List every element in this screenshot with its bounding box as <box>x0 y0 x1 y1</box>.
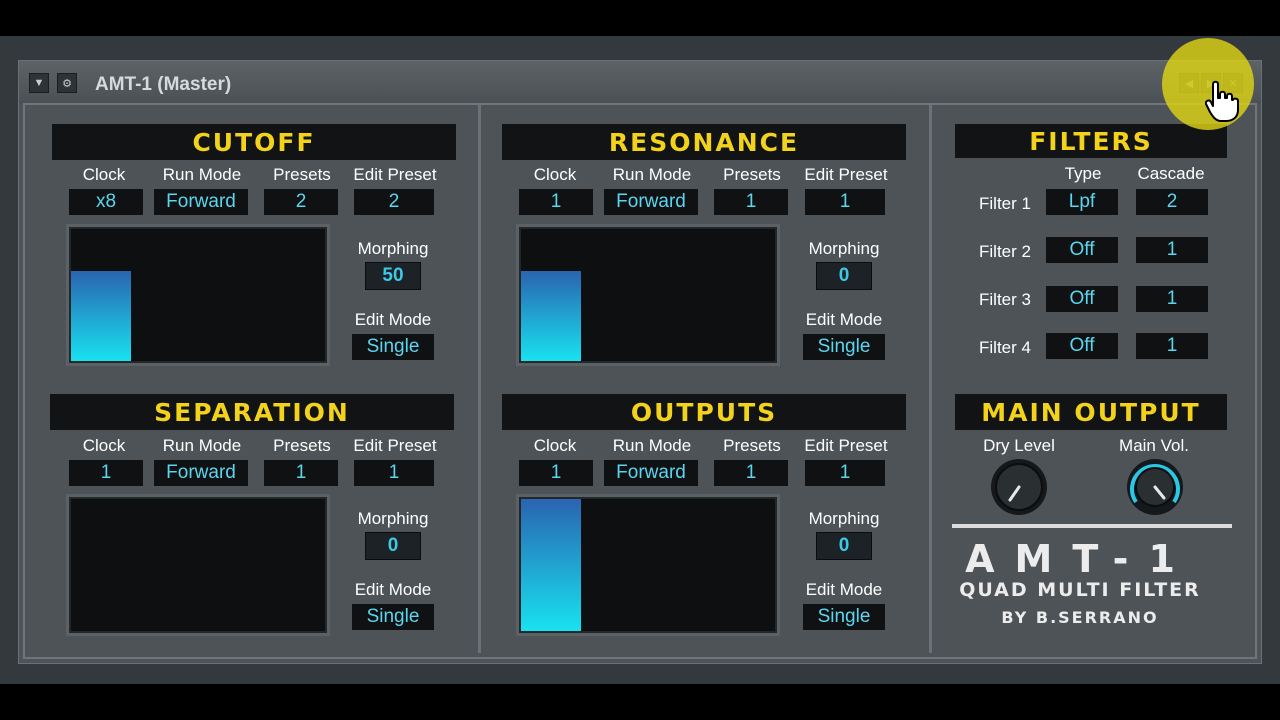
resonance-edit-mode-label: Edit Mode <box>805 310 883 329</box>
outputs-run-mode-value[interactable]: Forward <box>604 460 698 486</box>
plug-icon[interactable]: ⚙ <box>57 73 77 93</box>
separation-clock-label: Clock <box>82 436 126 455</box>
brand-author: BY B.SERRANO <box>1001 608 1159 627</box>
cutoff-clock-label: Clock <box>82 165 126 184</box>
separation-edit-mode-value[interactable]: Single <box>352 604 434 630</box>
filter-cascade-value[interactable]: 2 <box>1136 189 1208 215</box>
cutoff-level-bar <box>71 271 131 361</box>
divider-right <box>929 105 932 653</box>
filter-row-label: Filter 4 <box>979 338 1031 357</box>
resonance-clock-value[interactable]: 1 <box>519 189 593 215</box>
filter-type-value[interactable]: Off <box>1046 286 1118 312</box>
resonance-morphing-value[interactable]: 0 <box>816 262 872 290</box>
main-output-header: MAIN OUTPUT <box>955 394 1227 430</box>
filter-cascade-value[interactable]: 1 <box>1136 333 1208 359</box>
cutoff-morphing-value[interactable]: 50 <box>365 262 421 290</box>
filter-row-label: Filter 3 <box>979 290 1031 309</box>
brand-logo-name: AMT-1 <box>965 537 1195 581</box>
outputs-edit-preset-value[interactable]: 1 <box>805 460 885 486</box>
divider-left <box>478 105 481 653</box>
cutoff-morphing-label: Morphing <box>357 239 429 258</box>
outputs-morphing-value[interactable]: 0 <box>816 532 872 560</box>
resonance-level-bar <box>521 271 581 361</box>
outputs-morphing-label: Morphing <box>808 509 880 528</box>
separation-clock-value[interactable]: 1 <box>69 460 143 486</box>
separation-presets-label: Presets <box>273 436 331 455</box>
filter-type-value[interactable]: Off <box>1046 333 1118 359</box>
outputs-run-mode-label: Run Mode <box>612 436 692 455</box>
separation-edit-preset-value[interactable]: 1 <box>354 460 434 486</box>
cutoff-presets-value[interactable]: 2 <box>264 189 338 215</box>
resonance-morphing-label: Morphing <box>808 239 880 258</box>
filters-cascade-column-label: Cascade <box>1137 164 1205 183</box>
resonance-sequencer-display[interactable] <box>516 224 780 366</box>
separation-run-mode-value[interactable]: Forward <box>154 460 248 486</box>
brand-divider <box>952 524 1232 528</box>
filter-cascade-value[interactable]: 1 <box>1136 286 1208 312</box>
separation-presets-value[interactable]: 1 <box>264 460 338 486</box>
filter-type-value[interactable]: Off <box>1046 237 1118 263</box>
resonance-run-mode-value[interactable]: Forward <box>604 189 698 215</box>
cutoff-run-mode-value[interactable]: Forward <box>154 189 248 215</box>
menu-arrow-icon[interactable]: ▼ <box>29 73 49 93</box>
resonance-edit-preset-value[interactable]: 1 <box>805 189 885 215</box>
cutoff-edit-mode-value[interactable]: Single <box>352 334 434 360</box>
resonance-edit-preset-label: Edit Preset <box>804 165 888 184</box>
window-title: AMT-1 (Master) <box>95 74 232 95</box>
cutoff-header: CUTOFF <box>52 124 456 160</box>
outputs-presets-value[interactable]: 1 <box>714 460 788 486</box>
separation-sequencer-display[interactable] <box>66 494 330 636</box>
main-vol-knob[interactable] <box>1126 458 1184 516</box>
resonance-presets-value[interactable]: 1 <box>714 189 788 215</box>
cutoff-edit-mode-label: Edit Mode <box>354 310 432 329</box>
hand-cursor-icon <box>1205 80 1239 122</box>
separation-run-mode-label: Run Mode <box>162 436 242 455</box>
outputs-level-bar <box>521 499 581 631</box>
cutoff-edit-preset-label: Edit Preset <box>353 165 437 184</box>
filters-header: FILTERS <box>955 124 1227 158</box>
dry-level-label: Dry Level <box>983 436 1055 455</box>
outputs-clock-value[interactable]: 1 <box>519 460 593 486</box>
outputs-presets-label: Presets <box>723 436 781 455</box>
separation-header: SEPARATION <box>50 394 454 430</box>
outputs-header: OUTPUTS <box>502 394 906 430</box>
filter-row-label: Filter 1 <box>979 194 1031 213</box>
filters-type-column-label: Type <box>1064 164 1102 183</box>
separation-edit-preset-label: Edit Preset <box>353 436 437 455</box>
separation-morphing-value[interactable]: 0 <box>365 532 421 560</box>
outputs-sequencer-display[interactable] <box>516 494 780 636</box>
separation-morphing-label: Morphing <box>357 509 429 528</box>
filter-cascade-value[interactable]: 1 <box>1136 237 1208 263</box>
filter-type-value[interactable]: Lpf <box>1046 189 1118 215</box>
outputs-edit-mode-value[interactable]: Single <box>803 604 885 630</box>
brand-subtitle: QUAD MULTI FILTER <box>959 579 1201 601</box>
resonance-run-mode-label: Run Mode <box>612 165 692 184</box>
outputs-edit-mode-label: Edit Mode <box>805 580 883 599</box>
resonance-clock-label: Clock <box>533 165 577 184</box>
outputs-clock-label: Clock <box>533 436 577 455</box>
cutoff-edit-preset-value[interactable]: 2 <box>354 189 434 215</box>
main-vol-label: Main Vol. <box>1119 436 1189 455</box>
cutoff-clock-value[interactable]: x8 <box>69 189 143 215</box>
cutoff-sequencer-display[interactable] <box>66 224 330 366</box>
title-bar[interactable]: ▼ ⚙ AMT-1 (Master) ◀ ▶ ✕ <box>19 61 1261 105</box>
cutoff-presets-label: Presets <box>273 165 331 184</box>
resonance-presets-label: Presets <box>723 165 781 184</box>
filter-row-label: Filter 2 <box>979 242 1031 261</box>
cutoff-run-mode-label: Run Mode <box>162 165 242 184</box>
resonance-edit-mode-value[interactable]: Single <box>803 334 885 360</box>
outputs-edit-preset-label: Edit Preset <box>804 436 888 455</box>
resonance-header: RESONANCE <box>502 124 906 160</box>
separation-edit-mode-label: Edit Mode <box>354 580 432 599</box>
dry-level-knob[interactable] <box>990 458 1048 516</box>
